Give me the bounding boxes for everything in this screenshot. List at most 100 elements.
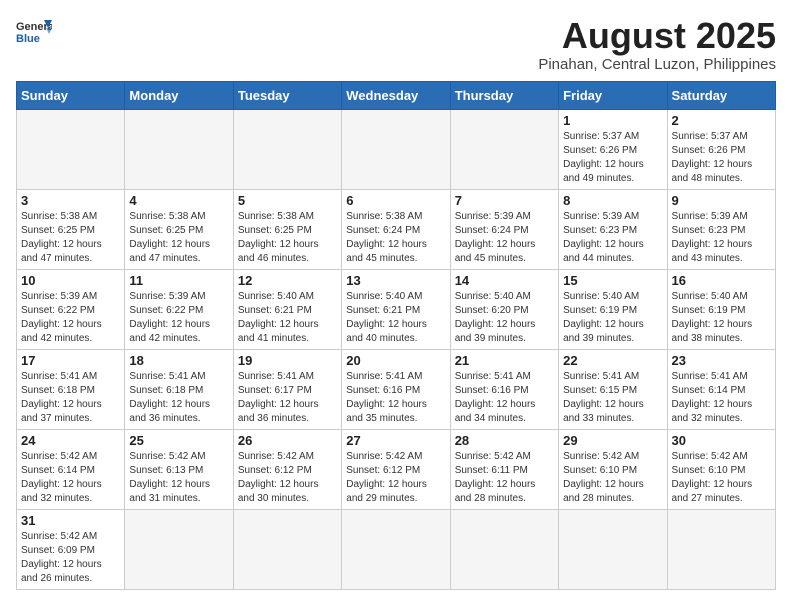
calendar-cell: 25 Sunrise: 5:42 AM Sunset: 6:13 PM Dayli…	[125, 429, 233, 509]
header-tuesday: Tuesday	[233, 81, 341, 109]
calendar-cell	[559, 509, 667, 589]
calendar-cell: 4 Sunrise: 5:38 AM Sunset: 6:25 PM Daylig…	[125, 189, 233, 269]
day-info: Sunrise: 5:40 AM Sunset: 6:21 PM Dayligh…	[346, 290, 445, 346]
day-info: Sunrise: 5:37 AM Sunset: 6:26 PM Dayligh…	[563, 130, 662, 186]
day-number: 18	[129, 353, 228, 368]
day-number: 8	[563, 193, 662, 208]
calendar-cell	[450, 109, 558, 189]
day-number: 30	[672, 433, 771, 448]
day-number: 15	[563, 273, 662, 288]
calendar-cell: 27Sunrise: 5:42 AM Sunset: 6:12 PM Dayli…	[342, 429, 450, 509]
calendar-cell: 1Sunrise: 5:37 AM Sunset: 6:26 PM Daylig…	[559, 109, 667, 189]
day-info: Sunrise: 5:41 AM Sunset: 6:16 PM Dayligh…	[455, 370, 554, 426]
header: General Blue August 2025 Pinahan, Centra…	[16, 16, 776, 73]
calendar-cell: 23 Sunrise: 5:41 AM Sunset: 6:14 PM Dayli…	[667, 349, 775, 429]
calendar-cell: 14 Sunrise: 5:40 AM Sunset: 6:20 PM Dayli…	[450, 269, 558, 349]
calendar-cell: 17Sunrise: 5:41 AM Sunset: 6:18 PM Dayli…	[17, 349, 125, 429]
day-info: Sunrise: 5:42 AM Sunset: 6:10 PM Dayligh…	[563, 450, 662, 506]
header-sunday: Sunday	[17, 81, 125, 109]
calendar-week-3: 17Sunrise: 5:41 AM Sunset: 6:18 PM Dayli…	[17, 349, 776, 429]
calendar-week-4: 24Sunrise: 5:42 AM Sunset: 6:14 PM Dayli…	[17, 429, 776, 509]
logo: General Blue	[16, 16, 52, 46]
calendar-cell: 22 Sunrise: 5:41 AM Sunset: 6:15 PM Dayli…	[559, 349, 667, 429]
day-number: 17	[21, 353, 120, 368]
calendar-cell	[667, 509, 775, 589]
day-number: 16	[672, 273, 771, 288]
calendar-cell: 8 Sunrise: 5:39 AM Sunset: 6:23 PM Daylig…	[559, 189, 667, 269]
day-number: 3	[21, 193, 120, 208]
calendar-cell: 26Sunrise: 5:42 AM Sunset: 6:12 PM Dayli…	[233, 429, 341, 509]
calendar-header-row: SundayMondayTuesdayWednesdayThursdayFrid…	[17, 81, 776, 109]
calendar-cell: 12Sunrise: 5:40 AM Sunset: 6:21 PM Dayli…	[233, 269, 341, 349]
generalblue-logo-icon: General Blue	[16, 16, 52, 46]
day-number: 12	[238, 273, 337, 288]
calendar-cell	[342, 109, 450, 189]
calendar-cell: 30 Sunrise: 5:42 AM Sunset: 6:10 PM Dayli…	[667, 429, 775, 509]
calendar-cell: 24Sunrise: 5:42 AM Sunset: 6:14 PM Dayli…	[17, 429, 125, 509]
calendar-cell: 6Sunrise: 5:38 AM Sunset: 6:24 PM Daylig…	[342, 189, 450, 269]
calendar-cell	[125, 509, 233, 589]
calendar-cell: 28 Sunrise: 5:42 AM Sunset: 6:11 PM Dayli…	[450, 429, 558, 509]
header-monday: Monday	[125, 81, 233, 109]
day-number: 29	[563, 433, 662, 448]
day-number: 19	[238, 353, 337, 368]
day-number: 4	[129, 193, 228, 208]
calendar-cell: 20Sunrise: 5:41 AM Sunset: 6:16 PM Dayli…	[342, 349, 450, 429]
day-number: 21	[455, 353, 554, 368]
day-number: 9	[672, 193, 771, 208]
day-info: Sunrise: 5:41 AM Sunset: 6:15 PM Dayligh…	[563, 370, 662, 426]
calendar-cell: 10 Sunrise: 5:39 AM Sunset: 6:22 PM Dayli…	[17, 269, 125, 349]
header-friday: Friday	[559, 81, 667, 109]
location-title: Pinahan, Central Luzon, Philippines	[538, 56, 776, 73]
month-title: August 2025	[538, 16, 776, 56]
day-info: Sunrise: 5:38 AM Sunset: 6:25 PM Dayligh…	[238, 210, 337, 266]
day-number: 27	[346, 433, 445, 448]
title-area: August 2025 Pinahan, Central Luzon, Phil…	[538, 16, 776, 73]
day-info: Sunrise: 5:41 AM Sunset: 6:17 PM Dayligh…	[238, 370, 337, 426]
calendar-cell: 11Sunrise: 5:39 AM Sunset: 6:22 PM Dayli…	[125, 269, 233, 349]
calendar-cell: 21 Sunrise: 5:41 AM Sunset: 6:16 PM Dayli…	[450, 349, 558, 429]
calendar-week-0: 1Sunrise: 5:37 AM Sunset: 6:26 PM Daylig…	[17, 109, 776, 189]
day-number: 6	[346, 193, 445, 208]
calendar-cell	[233, 109, 341, 189]
calendar-cell: 29 Sunrise: 5:42 AM Sunset: 6:10 PM Dayli…	[559, 429, 667, 509]
day-info: Sunrise: 5:42 AM Sunset: 6:14 PM Dayligh…	[21, 450, 120, 506]
day-number: 20	[346, 353, 445, 368]
calendar-cell: 19 Sunrise: 5:41 AM Sunset: 6:17 PM Dayli…	[233, 349, 341, 429]
calendar-cell	[125, 109, 233, 189]
calendar-week-1: 3 Sunrise: 5:38 AM Sunset: 6:25 PM Daylig…	[17, 189, 776, 269]
day-info: Sunrise: 5:41 AM Sunset: 6:14 PM Dayligh…	[672, 370, 771, 426]
calendar-cell: 3 Sunrise: 5:38 AM Sunset: 6:25 PM Daylig…	[17, 189, 125, 269]
day-number: 23	[672, 353, 771, 368]
day-info: Sunrise: 5:42 AM Sunset: 6:13 PM Dayligh…	[129, 450, 228, 506]
calendar-cell: 31Sunrise: 5:42 AM Sunset: 6:09 PM Dayli…	[17, 509, 125, 589]
day-number: 14	[455, 273, 554, 288]
calendar-week-2: 10 Sunrise: 5:39 AM Sunset: 6:22 PM Dayli…	[17, 269, 776, 349]
day-info: Sunrise: 5:39 AM Sunset: 6:22 PM Dayligh…	[21, 290, 120, 346]
day-info: Sunrise: 5:38 AM Sunset: 6:25 PM Dayligh…	[21, 210, 120, 266]
day-info: Sunrise: 5:39 AM Sunset: 6:24 PM Dayligh…	[455, 210, 554, 266]
calendar-cell: 9Sunrise: 5:39 AM Sunset: 6:23 PM Daylig…	[667, 189, 775, 269]
day-info: Sunrise: 5:38 AM Sunset: 6:25 PM Dayligh…	[129, 210, 228, 266]
day-number: 13	[346, 273, 445, 288]
day-number: 10	[21, 273, 120, 288]
day-info: Sunrise: 5:40 AM Sunset: 6:19 PM Dayligh…	[563, 290, 662, 346]
day-number: 25	[129, 433, 228, 448]
day-number: 28	[455, 433, 554, 448]
day-number: 22	[563, 353, 662, 368]
calendar-cell: 13 Sunrise: 5:40 AM Sunset: 6:21 PM Dayli…	[342, 269, 450, 349]
day-info: Sunrise: 5:42 AM Sunset: 6:10 PM Dayligh…	[672, 450, 771, 506]
calendar: SundayMondayTuesdayWednesdayThursdayFrid…	[16, 81, 776, 590]
calendar-cell: 7Sunrise: 5:39 AM Sunset: 6:24 PM Daylig…	[450, 189, 558, 269]
header-saturday: Saturday	[667, 81, 775, 109]
day-number: 31	[21, 513, 120, 528]
day-number: 11	[129, 273, 228, 288]
day-info: Sunrise: 5:42 AM Sunset: 6:11 PM Dayligh…	[455, 450, 554, 506]
day-info: Sunrise: 5:39 AM Sunset: 6:23 PM Dayligh…	[563, 210, 662, 266]
calendar-cell	[233, 509, 341, 589]
day-info: Sunrise: 5:37 AM Sunset: 6:26 PM Dayligh…	[672, 130, 771, 186]
header-thursday: Thursday	[450, 81, 558, 109]
day-info: Sunrise: 5:40 AM Sunset: 6:20 PM Dayligh…	[455, 290, 554, 346]
calendar-cell: 16Sunrise: 5:40 AM Sunset: 6:19 PM Dayli…	[667, 269, 775, 349]
header-wednesday: Wednesday	[342, 81, 450, 109]
